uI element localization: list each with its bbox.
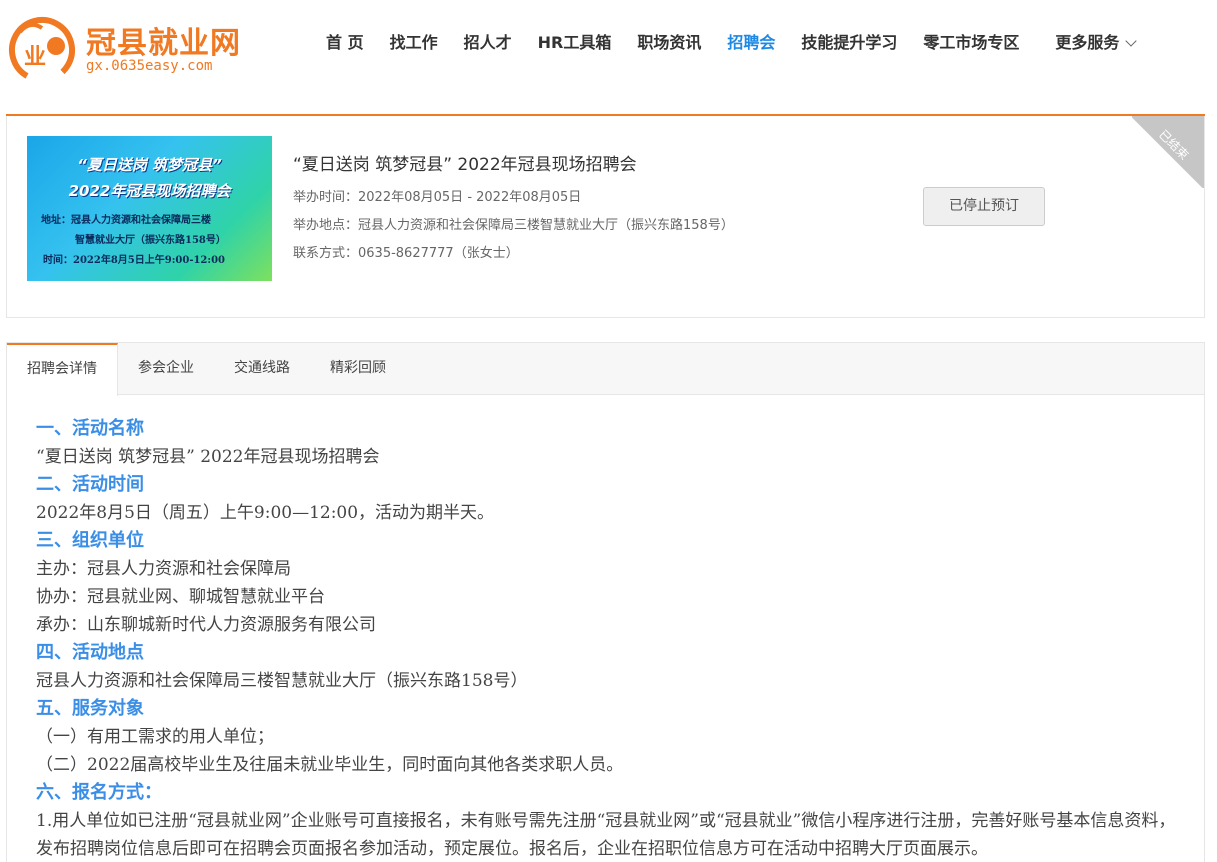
section-text: 承办：山东聊城新时代人力资源服务有限公司 [36, 615, 376, 635]
fair-contact: 联系方式：0635-8627777（张女士） [293, 242, 519, 261]
fair-place-value: 冠县人力资源和社会保障局三楼智慧就业大厅（振兴东路158号） [358, 218, 734, 233]
fair-banner-image[interactable]: “夏日送岗 筑梦冠县” 2022年冠县现场招聘会 地址：冠县人力资源和社会保障局… [27, 136, 272, 281]
fair-contact-value: 0635-8627777（张女士） [358, 246, 519, 261]
section-heading: 三、组织单位 [36, 530, 144, 551]
banner-address-1: 地址：冠县人力资源和社会保障局三楼 [41, 215, 211, 226]
nav-gig-market[interactable]: 零工市场专区 [923, 30, 1019, 56]
fair-time-label: 举办时间： [293, 190, 359, 205]
section-heading: 一、活动名称 [36, 418, 144, 439]
logo-mark-text: 业 [24, 44, 46, 70]
fair-place: 举办地点：冠县人力资源和社会保障局三楼智慧就业大厅（振兴东路158号） [293, 214, 734, 233]
banner-address-2: 智慧就业大厅（振兴东路158号） [75, 235, 226, 246]
section-heading: 五、服务对象 [36, 698, 144, 719]
site-header: 业 冠县就业网 gx.0635easy.com 首 页 找工作 招人才 HR工具… [0, 0, 1217, 114]
fair-detail-content: 一、活动名称 “夏日送岗 筑梦冠县” 2022年冠县现场招聘会 二、活动时间 2… [36, 415, 1186, 862]
logo-mark-icon: 业 [9, 17, 75, 83]
fair-detail-panel: 招聘会详情 参会企业 交通线路 精彩回顾 一、活动名称 “夏日送岗 筑梦冠县” … [6, 342, 1205, 862]
section-text: 协办：冠县就业网、聊城智慧就业平台 [36, 587, 325, 607]
nav-hr-toolbox[interactable]: HR工具箱 [538, 30, 612, 56]
fair-contact-label: 联系方式： [293, 246, 359, 261]
banner-title: 2022年冠县现场招聘会 [68, 182, 231, 200]
section-heading: 二、活动时间 [36, 474, 144, 495]
nav-find-job[interactable]: 找工作 [390, 30, 438, 56]
nav-career-news[interactable]: 职场资讯 [637, 30, 701, 56]
chevron-down-icon [1125, 35, 1138, 47]
tab-transport-routes[interactable]: 交通线路 [214, 343, 310, 395]
fair-time-value: 2022年08月05日 - 2022年08月05日 [358, 190, 582, 205]
fair-time: 举办时间：2022年08月05日 - 2022年08月05日 [293, 186, 581, 205]
nav-recruit[interactable]: 招人才 [464, 30, 512, 56]
tab-fair-details[interactable]: 招聘会详情 [7, 343, 118, 396]
nav-more-services[interactable]: 更多服务 [1055, 30, 1138, 56]
banner-slogan: “夏日送岗 筑梦冠县” [77, 156, 222, 174]
tab-participating-companies[interactable]: 参会企业 [118, 343, 214, 395]
section-text: （二）2022届高校毕业生及往届未就业毕业生，同时面向其他各类求职人员。 [36, 755, 624, 775]
nav-more-label: 更多服务 [1055, 33, 1120, 52]
tab-highlights[interactable]: 精彩回顾 [310, 343, 406, 395]
section-text: （一）有用工需求的用人单位； [36, 727, 274, 747]
fair-title: “夏日送岗 筑梦冠县” 2022年冠县现场招聘会 [293, 155, 637, 175]
section-text: 主办：冠县人力资源和社会保障局 [36, 559, 291, 579]
section-text: 2022年8月5日（周五）上午9:00—12:00，活动为期半天。 [36, 503, 495, 523]
ended-corner-badge: 已结束 [1132, 116, 1204, 188]
site-logo[interactable]: 业 冠县就业网 gx.0635easy.com [6, 8, 246, 84]
booking-closed-button[interactable]: 已停止预订 [923, 187, 1045, 226]
banner-time: 时间：2022年8月5日上午9:00-12:00 [43, 255, 225, 266]
section-text: 冠县人力资源和社会保障局三楼智慧就业大厅（振兴东路158号） [36, 671, 528, 691]
detail-tabs: 招聘会详情 参会企业 交通线路 精彩回顾 [7, 343, 1204, 396]
fair-place-label: 举办地点： [293, 218, 359, 233]
section-text: 1.用人单位如已注册“冠县就业网”企业账号可直接报名，未有账号需先注册“冠县就业… [36, 811, 1176, 859]
logo-title: 冠县就业网 [86, 26, 241, 61]
section-heading: 四、活动地点 [36, 642, 144, 663]
nav-skills[interactable]: 技能提升学习 [801, 30, 897, 56]
section-heading: 六、报名方式： [36, 782, 162, 803]
main-nav: 首 页 找工作 招人才 HR工具箱 职场资讯 招聘会 技能提升学习 零工市场专区… [326, 30, 1138, 56]
job-fair-card: “夏日送岗 筑梦冠县” 2022年冠县现场招聘会 地址：冠县人力资源和社会保障局… [6, 116, 1205, 318]
section-text: “夏日送岗 筑梦冠县” 2022年冠县现场招聘会 [36, 447, 380, 467]
nav-job-fair[interactable]: 招聘会 [727, 30, 775, 56]
nav-home[interactable]: 首 页 [326, 30, 364, 56]
logo-url: gx.0635easy.com [86, 58, 213, 74]
